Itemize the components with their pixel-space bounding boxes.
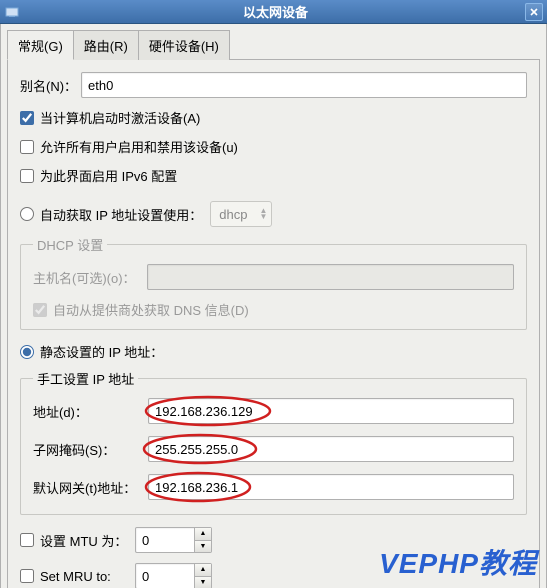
static-fieldset: 手工设置 IP 地址 地址(d)： 子网掩码(S)： 默认网关(t)地址： <box>20 369 527 515</box>
auto-ip-radio[interactable] <box>20 207 34 221</box>
netmask-row: 子网掩码(S)： <box>33 436 514 462</box>
gateway-row: 默认网关(t)地址： <box>33 474 514 500</box>
window-titlebar: 以太网设备 <box>0 0 547 24</box>
mtu-step-down[interactable]: ▼ <box>195 541 211 553</box>
allow-all-users-checkbox[interactable] <box>20 140 34 154</box>
netmask-label: 子网掩码(S)： <box>33 440 148 459</box>
enable-ipv6-checkbox[interactable] <box>20 169 34 183</box>
mtu-input[interactable] <box>135 527 195 553</box>
address-label: 地址(d)： <box>33 402 148 421</box>
chevron-updown-icon: ▲▼ <box>259 208 267 220</box>
allow-all-users-row: 允许所有用户启用和禁用该设备(u) <box>20 137 527 156</box>
mtu-checkbox[interactable] <box>20 533 34 547</box>
enable-ipv6-label: 为此界面启用 IPv6 配置 <box>40 166 177 185</box>
alias-label: 别名(N)： <box>20 76 77 95</box>
tab-hardware[interactable]: 硬件设备(H) <box>138 30 230 60</box>
enable-ipv6-row: 为此界面启用 IPv6 配置 <box>20 166 527 185</box>
window-body: 常规(G) 路由(R) 硬件设备(H) 别名(N)： 当计算机启动时激活设备(A… <box>0 24 547 588</box>
mtu-step-up[interactable]: ▲ <box>195 528 211 541</box>
dhcp-combo-value: dhcp <box>219 207 247 222</box>
mru-label: Set MRU to: <box>40 569 135 584</box>
mru-step-up[interactable]: ▲ <box>195 564 211 577</box>
hostname-input <box>147 264 514 290</box>
auto-dns-label: 自动从提供商处获取 DNS 信息(D) <box>53 300 249 319</box>
alias-input[interactable] <box>81 72 527 98</box>
window-app-icon <box>4 4 20 20</box>
static-ip-radio[interactable] <box>20 345 34 359</box>
static-legend: 手工设置 IP 地址 <box>33 369 138 388</box>
auto-ip-row: 自动获取 IP 地址设置使用： dhcp ▲▼ <box>20 201 527 227</box>
activate-on-boot-row: 当计算机启动时激活设备(A) <box>20 108 527 127</box>
window-title: 以太网设备 <box>26 2 525 21</box>
static-ip-label: 静态设置的 IP 地址： <box>40 342 163 361</box>
gateway-input[interactable] <box>148 474 514 500</box>
dhcp-legend: DHCP 设置 <box>33 235 107 254</box>
tab-route[interactable]: 路由(R) <box>73 30 139 60</box>
watermark-text: VEPHP教程 <box>379 542 537 582</box>
auto-dns-row: 自动从提供商处获取 DNS 信息(D) <box>33 300 514 319</box>
auto-dns-checkbox <box>33 303 47 317</box>
tab-bar: 常规(G) 路由(R) 硬件设备(H) <box>7 30 540 60</box>
address-input[interactable] <box>148 398 514 424</box>
activate-on-boot-label: 当计算机启动时激活设备(A) <box>40 108 200 127</box>
gateway-label: 默认网关(t)地址： <box>33 478 148 497</box>
address-row: 地址(d)： <box>33 398 514 424</box>
mtu-spinner: ▲ ▼ <box>135 527 212 553</box>
allow-all-users-label: 允许所有用户启用和禁用该设备(u) <box>40 137 238 156</box>
activate-on-boot-checkbox[interactable] <box>20 111 34 125</box>
netmask-input[interactable] <box>148 436 514 462</box>
dhcp-fieldset: DHCP 设置 主机名(可选)(o)： 自动从提供商处获取 DNS 信息(D) <box>20 235 527 330</box>
auto-ip-label: 自动获取 IP 地址设置使用： <box>40 205 202 224</box>
close-icon <box>530 8 538 16</box>
static-ip-row: 静态设置的 IP 地址： <box>20 342 527 361</box>
tab-general[interactable]: 常规(G) <box>7 30 74 60</box>
hostname-row: 主机名(可选)(o)： <box>33 264 514 290</box>
mru-checkbox[interactable] <box>20 569 34 583</box>
mru-input[interactable] <box>135 563 195 588</box>
alias-row: 别名(N)： <box>20 72 527 98</box>
mru-spinner: ▲ ▼ <box>135 563 212 588</box>
mtu-label: 设置 MTU 为： <box>40 531 135 550</box>
hostname-label: 主机名(可选)(o)： <box>33 268 143 287</box>
dhcp-combo: dhcp ▲▼ <box>210 201 272 227</box>
mru-step-down[interactable]: ▼ <box>195 577 211 588</box>
close-button[interactable] <box>525 3 543 21</box>
tab-content-general: 别名(N)： 当计算机启动时激活设备(A) 允许所有用户启用和禁用该设备(u) … <box>7 59 540 588</box>
